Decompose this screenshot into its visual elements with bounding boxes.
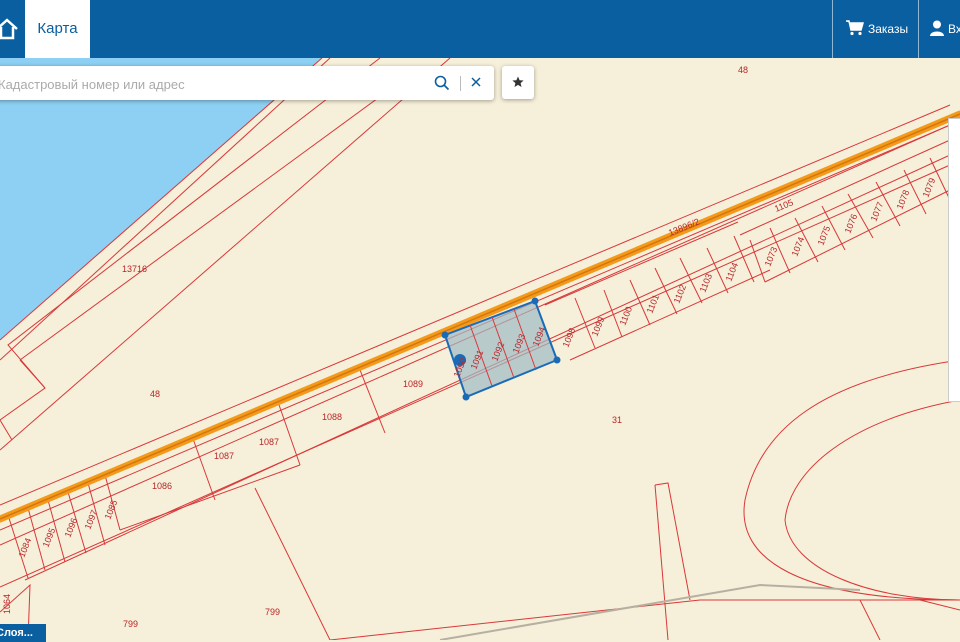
- top-navigation-bar: Карта Заказы Вход: [0, 0, 960, 58]
- user-icon: [930, 20, 944, 36]
- parcel-label: 799: [265, 607, 280, 617]
- parcel-label: 1064: [2, 594, 12, 614]
- cart-icon: [846, 20, 864, 36]
- close-icon[interactable]: [469, 75, 483, 89]
- parcel-label: 1087: [214, 451, 234, 461]
- parcel-label: 1088: [322, 412, 342, 422]
- search-input[interactable]: [0, 66, 420, 102]
- orders-label: Заказы: [868, 22, 909, 36]
- favorites-button[interactable]: [502, 66, 534, 99]
- search-box: [0, 66, 494, 102]
- parcel-label: 13716: [122, 264, 147, 274]
- login-button[interactable]: Вход: [922, 0, 960, 58]
- parcel-label: 1086: [152, 481, 172, 491]
- home-icon: [0, 18, 18, 40]
- vertex-handle[interactable]: [553, 356, 561, 364]
- parcel-label: 31: [612, 415, 622, 425]
- parcel-label: 1089: [403, 379, 423, 389]
- vertex-handle[interactable]: [462, 393, 470, 401]
- parcel-label: 1087: [259, 437, 279, 447]
- side-panel-tab[interactable]: [948, 118, 960, 402]
- vertex-handle[interactable]: [531, 297, 539, 305]
- parcel-label: 799: [123, 619, 138, 629]
- parcel-label: 48: [150, 389, 160, 399]
- layers-button[interactable]: Слоя...: [0, 624, 46, 642]
- home-button[interactable]: [0, 0, 24, 58]
- login-label: Вход: [948, 22, 960, 36]
- parcel-label: 48: [738, 65, 748, 75]
- vertex-handle[interactable]: [441, 331, 449, 339]
- search-icon[interactable]: [434, 75, 450, 91]
- star-icon: [512, 76, 524, 87]
- tab-map[interactable]: Карта: [25, 0, 90, 58]
- orders-button[interactable]: Заказы: [838, 0, 920, 58]
